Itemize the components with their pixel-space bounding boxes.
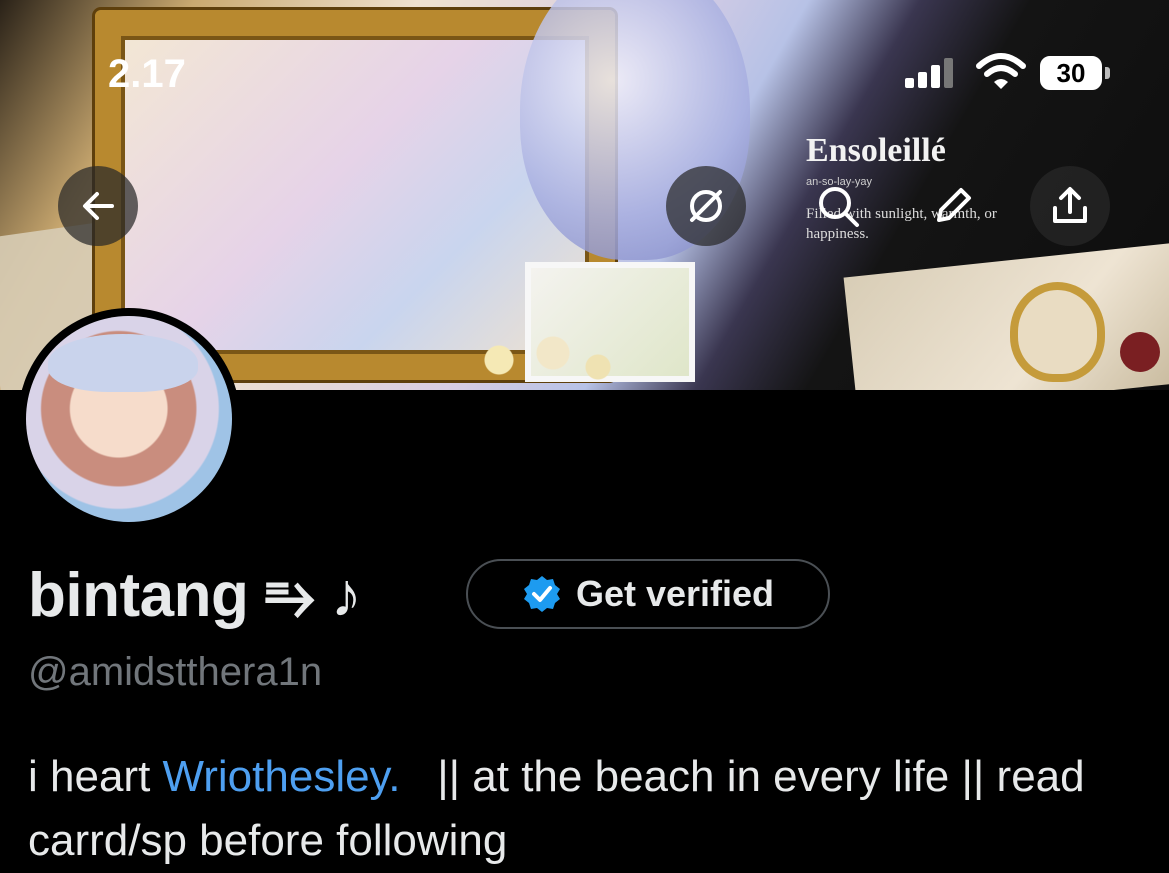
banner-letters-right: [843, 243, 1169, 390]
pencil-icon: [937, 188, 971, 222]
search-icon: [819, 187, 859, 227]
share-icon: [1053, 187, 1087, 223]
status-time: 2.17: [108, 52, 186, 96]
bio-prefix: i heart: [28, 752, 163, 801]
profile-bio: i heart Wriothesley. || at the beach in …: [28, 745, 1148, 873]
get-verified-label: Get verified: [575, 573, 775, 614]
share-button[interactable]: [1030, 166, 1110, 246]
avatar-hat: [48, 334, 198, 392]
user-handle: @amidstthera1n: [28, 650, 323, 694]
bio-mention-link[interactable]: Wriothesley.: [163, 752, 401, 801]
edit-button[interactable]: [913, 166, 993, 246]
signal-icon: [905, 58, 957, 88]
banner-title: Ensoleillé: [806, 132, 946, 169]
verified-badge-icon: [523, 576, 560, 612]
back-button[interactable]: [58, 166, 138, 246]
get-verified-button[interactable]: Get verified: [466, 559, 830, 629]
battery-icon: 30: [1040, 56, 1102, 90]
battery-tip: [1105, 67, 1110, 79]
grok-icon: [690, 190, 722, 222]
arrow-left-icon: [83, 192, 114, 220]
avatar[interactable]: [18, 308, 240, 530]
wifi-icon: [976, 53, 1026, 89]
banner-daisies: [445, 325, 625, 390]
banner-heart-mirror: [1010, 282, 1105, 382]
grok-button[interactable]: [666, 166, 746, 246]
avatar-image: [26, 316, 232, 522]
banner-wax-seal: [1120, 332, 1160, 372]
search-button[interactable]: [798, 166, 878, 246]
display-name: bintang ⥱ ♪: [28, 561, 362, 630]
